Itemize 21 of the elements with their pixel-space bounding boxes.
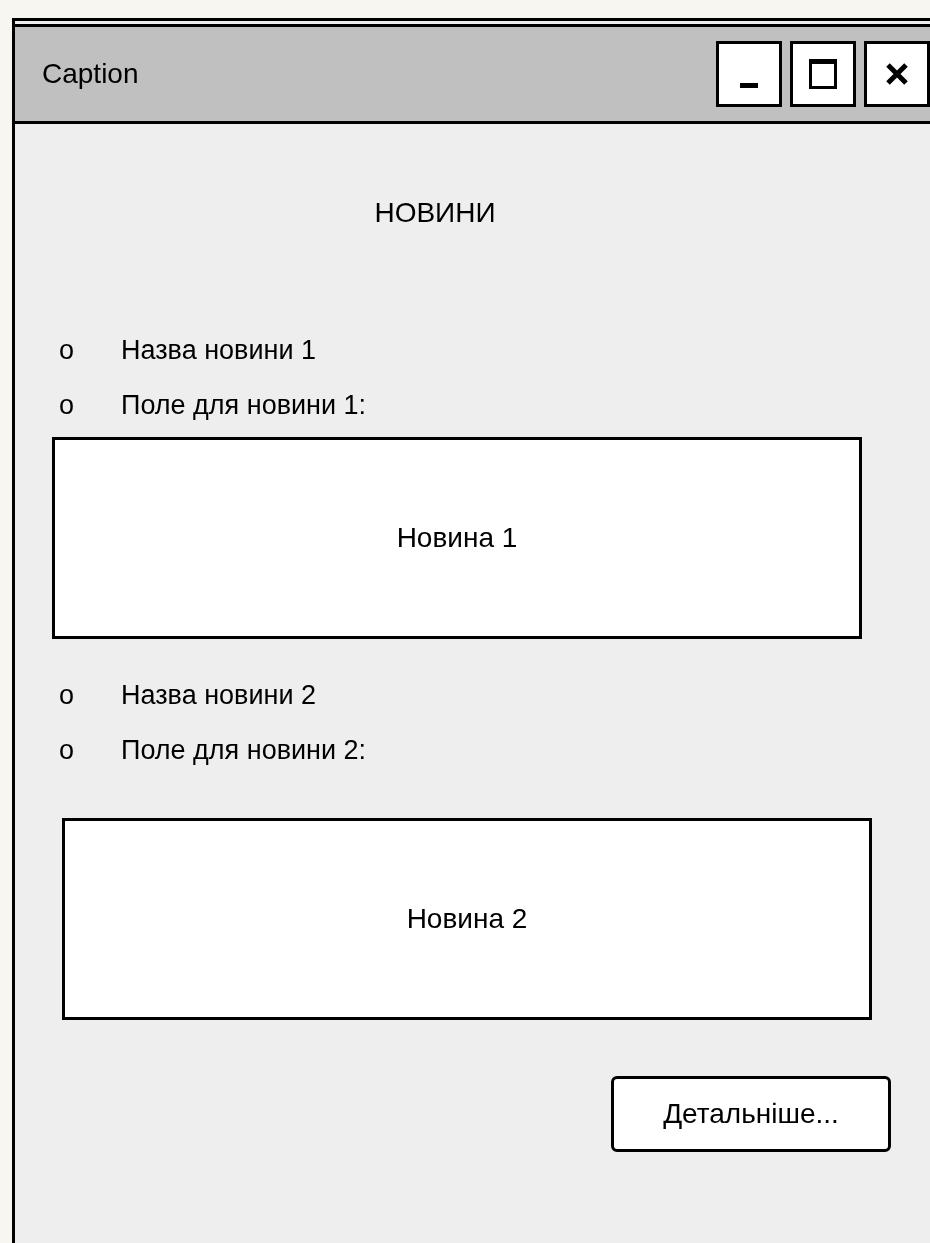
maximize-icon: [809, 59, 837, 89]
close-button[interactable]: [864, 41, 930, 107]
news-field-label: Поле для новини 2:: [121, 733, 367, 767]
details-button[interactable]: Детальніше...: [611, 1076, 891, 1152]
close-icon: [885, 62, 909, 86]
news-field[interactable]: Новина 2: [62, 818, 872, 1020]
news-heading: НОВИНИ: [373, 196, 497, 230]
news-field-label: Поле для новини 1:: [121, 388, 367, 422]
news-text: Новина 1: [396, 521, 518, 555]
bullet: o: [59, 679, 76, 712]
minimize-button[interactable]: [716, 41, 782, 107]
bullet: o: [59, 334, 76, 367]
maximize-button[interactable]: [790, 41, 856, 107]
bullet: o: [59, 388, 76, 422]
minimize-icon: [740, 83, 758, 88]
news-title-label: Назва новини 2: [121, 679, 316, 712]
window-title: Caption: [42, 57, 140, 91]
bullet: o: [59, 733, 76, 767]
news-title-label: Назва новини 1: [121, 334, 316, 367]
news-text: Новина 2: [406, 902, 528, 936]
news-field[interactable]: Новина 1: [52, 437, 862, 639]
